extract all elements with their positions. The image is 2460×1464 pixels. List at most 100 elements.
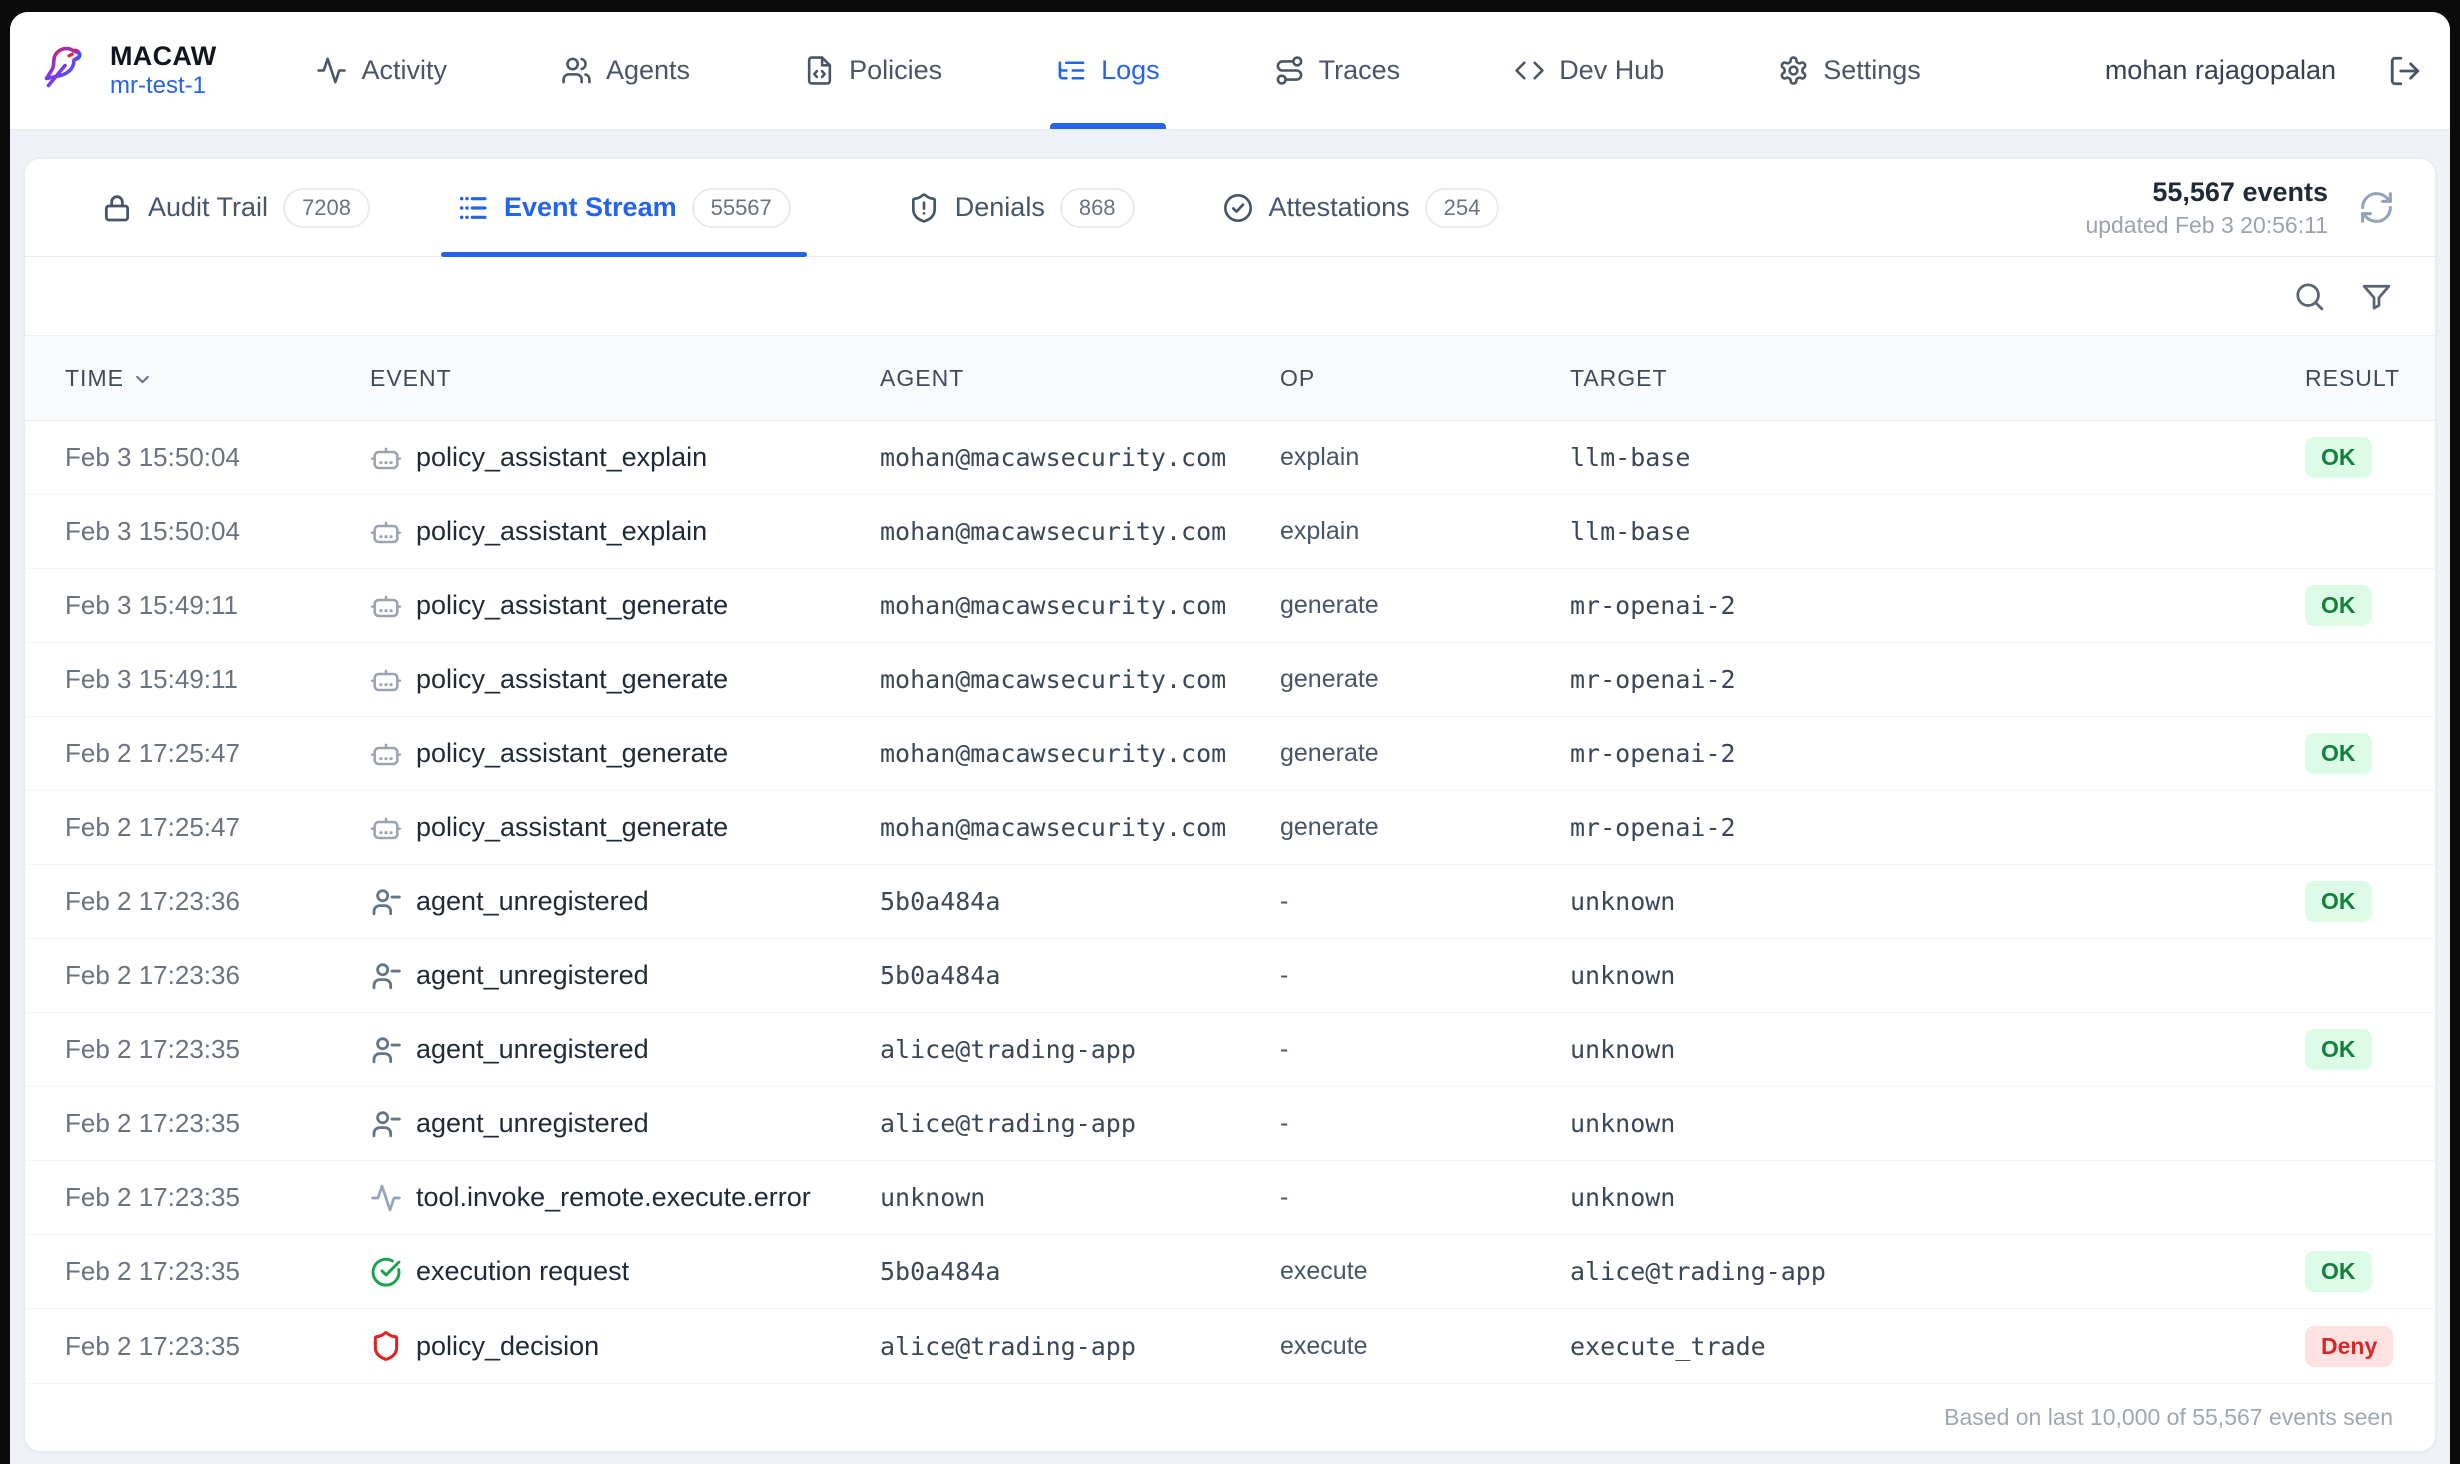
user-name[interactable]: mohan rajagopalan bbox=[2105, 55, 2336, 86]
chevron-down-icon bbox=[132, 366, 153, 390]
result-badge: OK bbox=[2305, 1251, 2372, 1292]
cell-result: OK bbox=[2305, 585, 2395, 626]
cell-time: Feb 3 15:50:04 bbox=[65, 442, 370, 473]
cell-op: execute bbox=[1280, 1257, 1570, 1286]
event-type-icon bbox=[370, 886, 402, 918]
result-badge: OK bbox=[2305, 1029, 2372, 1070]
activity-icon bbox=[316, 55, 347, 86]
cell-target: llm-base bbox=[1570, 517, 2305, 546]
devhub-icon bbox=[1514, 55, 1545, 86]
table-row[interactable]: Feb 2 17:23:36 agent_unregistered 5b0a48… bbox=[25, 939, 2435, 1013]
tab-audit-trail[interactable]: Audit Trail 7208 bbox=[85, 159, 386, 256]
cell-target: unknown bbox=[1570, 961, 2305, 990]
result-badge: OK bbox=[2305, 733, 2372, 774]
table-row[interactable]: Feb 2 17:25:47 policy_assistant_generate… bbox=[25, 791, 2435, 865]
cell-event: policy_assistant_explain bbox=[370, 516, 880, 548]
cell-agent: alice@trading-app bbox=[880, 1332, 1280, 1361]
cell-event: agent_unregistered bbox=[370, 1034, 880, 1066]
event-name: policy_assistant_generate bbox=[416, 812, 728, 843]
cell-op: - bbox=[1280, 1183, 1570, 1212]
table-row[interactable]: Feb 3 15:50:04 policy_assistant_explain … bbox=[25, 421, 2435, 495]
logs-icon bbox=[1056, 55, 1087, 86]
column-header-target[interactable]: TARGET bbox=[1570, 365, 2305, 392]
table-row[interactable]: Feb 2 17:23:36 agent_unregistered 5b0a48… bbox=[25, 865, 2435, 939]
user-area: mohan rajagopalan bbox=[2105, 54, 2422, 88]
table-row[interactable]: Feb 2 17:23:35 agent_unregistered alice@… bbox=[25, 1013, 2435, 1087]
tab-count-badge: 868 bbox=[1060, 188, 1135, 228]
column-header-op[interactable]: OP bbox=[1280, 365, 1570, 392]
event-name: policy_assistant_explain bbox=[416, 442, 707, 473]
column-header-event[interactable]: EVENT bbox=[370, 365, 880, 392]
cell-result: Deny bbox=[2305, 1326, 2395, 1367]
app-window: MACAW mr-test-1 Activity Agents Policies… bbox=[10, 12, 2450, 1464]
result-badge: Deny bbox=[2305, 1326, 2393, 1367]
column-header-result[interactable]: RESULT bbox=[2305, 365, 2400, 392]
nav-item-logs[interactable]: Logs bbox=[1056, 12, 1160, 129]
table-toolbar bbox=[25, 257, 2435, 335]
table-row[interactable]: Feb 2 17:23:35 tool.invoke_remote.execut… bbox=[25, 1161, 2435, 1235]
nav-item-activity[interactable]: Activity bbox=[316, 12, 447, 129]
logout-icon[interactable] bbox=[2388, 54, 2422, 88]
table-row[interactable]: Feb 2 17:25:47 policy_assistant_generate… bbox=[25, 717, 2435, 791]
cell-event: policy_decision bbox=[370, 1330, 880, 1362]
topbar: MACAW mr-test-1 Activity Agents Policies… bbox=[10, 12, 2450, 130]
cell-op: explain bbox=[1280, 517, 1570, 546]
stream-list-icon bbox=[457, 192, 489, 224]
logs-panel: Audit Trail 7208 Event Stream 55567 Deni… bbox=[24, 158, 2436, 1452]
table-row[interactable]: Feb 3 15:50:04 policy_assistant_explain … bbox=[25, 495, 2435, 569]
cell-op: generate bbox=[1280, 665, 1570, 694]
table-row[interactable]: Feb 3 15:49:11 policy_assistant_generate… bbox=[25, 643, 2435, 717]
nav-item-policies[interactable]: Policies bbox=[804, 12, 942, 129]
brand[interactable]: MACAW mr-test-1 bbox=[38, 41, 216, 100]
topnav-items: Activity Agents Policies Logs Traces Dev… bbox=[316, 12, 1920, 129]
event-type-icon bbox=[370, 738, 402, 770]
event-name: policy_assistant_generate bbox=[416, 738, 728, 769]
nav-item-dev-hub[interactable]: Dev Hub bbox=[1514, 12, 1664, 129]
cell-time: Feb 3 15:50:04 bbox=[65, 516, 370, 547]
cell-event: policy_assistant_generate bbox=[370, 812, 880, 844]
cell-agent: alice@trading-app bbox=[880, 1035, 1280, 1064]
column-header-agent[interactable]: AGENT bbox=[880, 365, 1280, 392]
lock-icon bbox=[101, 192, 133, 224]
result-badge: OK bbox=[2305, 437, 2372, 478]
tab-attestations[interactable]: Attestations 254 bbox=[1206, 159, 1516, 256]
cell-target: alice@trading-app bbox=[1570, 1257, 2305, 1286]
search-icon[interactable] bbox=[2293, 280, 2326, 313]
shield-alert-icon bbox=[908, 192, 940, 224]
cell-target: mr-openai-2 bbox=[1570, 591, 2305, 620]
table-row[interactable]: Feb 3 15:49:11 policy_assistant_generate… bbox=[25, 569, 2435, 643]
table-row[interactable]: Feb 2 17:23:35 policy_decision alice@tra… bbox=[25, 1309, 2435, 1383]
cell-target: execute_trade bbox=[1570, 1332, 2305, 1361]
cell-op: - bbox=[1280, 961, 1570, 990]
cell-agent: unknown bbox=[880, 1183, 1280, 1212]
cell-agent: mohan@macawsecurity.com bbox=[880, 443, 1280, 472]
event-type-icon bbox=[370, 1034, 402, 1066]
column-header-time[interactable]: TIME bbox=[65, 365, 370, 392]
filter-icon[interactable] bbox=[2360, 280, 2393, 313]
nav-item-settings[interactable]: Settings bbox=[1778, 12, 1921, 129]
result-badge: OK bbox=[2305, 881, 2372, 922]
cell-op: generate bbox=[1280, 739, 1570, 768]
refresh-icon[interactable] bbox=[2358, 189, 2395, 226]
cell-time: Feb 2 17:23:35 bbox=[65, 1256, 370, 1287]
cell-time: Feb 2 17:23:36 bbox=[65, 960, 370, 991]
nav-item-traces[interactable]: Traces bbox=[1274, 12, 1401, 129]
cell-op: - bbox=[1280, 887, 1570, 916]
tab-event-stream[interactable]: Event Stream 55567 bbox=[441, 159, 807, 256]
tab-count-badge: 55567 bbox=[692, 188, 791, 228]
cell-event: agent_unregistered bbox=[370, 1108, 880, 1140]
table-body: Feb 3 15:50:04 policy_assistant_explain … bbox=[25, 421, 2435, 1383]
table-row[interactable]: Feb 2 17:23:35 execution request 5b0a484… bbox=[25, 1235, 2435, 1309]
cell-event: policy_assistant_generate bbox=[370, 590, 880, 622]
table-row[interactable]: Feb 2 17:23:35 agent_unregistered alice@… bbox=[25, 1087, 2435, 1161]
traces-icon bbox=[1274, 55, 1305, 86]
tab-count-badge: 254 bbox=[1425, 188, 1500, 228]
cell-op: generate bbox=[1280, 591, 1570, 620]
log-tabs: Audit Trail 7208 Event Stream 55567 Deni… bbox=[25, 159, 2435, 257]
cell-target: llm-base bbox=[1570, 443, 2305, 472]
nav-item-agents[interactable]: Agents bbox=[561, 12, 690, 129]
cell-target: mr-openai-2 bbox=[1570, 665, 2305, 694]
cell-target: unknown bbox=[1570, 1035, 2305, 1064]
tab-denials[interactable]: Denials 868 bbox=[892, 159, 1151, 256]
cell-event: tool.invoke_remote.execute.error bbox=[370, 1182, 880, 1214]
